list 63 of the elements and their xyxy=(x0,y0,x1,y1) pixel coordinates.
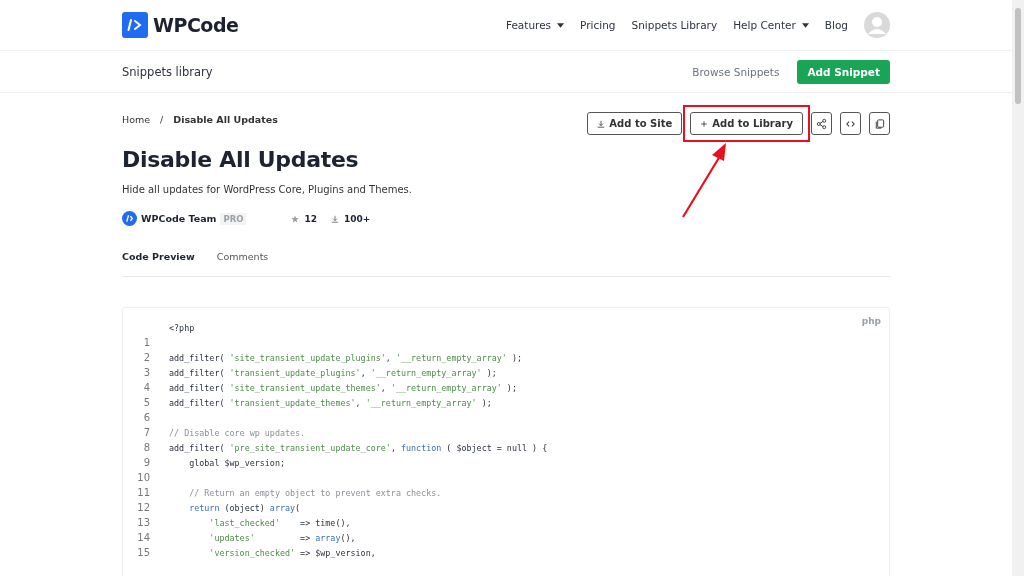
nav-link[interactable]: Blog xyxy=(824,19,848,31)
pro-badge: PRO xyxy=(220,212,247,225)
copy-icon xyxy=(874,117,885,130)
snippet-title: Disable All Updates xyxy=(122,147,360,172)
download-icon xyxy=(597,119,606,128)
share-button[interactable] xyxy=(811,112,832,135)
breadcrumb-separator: / xyxy=(160,114,164,125)
line-number: 15 xyxy=(136,547,150,558)
line-number: 13 xyxy=(136,517,150,528)
code-line: return (object) array( xyxy=(188,502,301,513)
line-number: 5 xyxy=(142,397,150,408)
snippet-description: Hide all updates for WordPress Core, Plugins and Themes. xyxy=(122,184,413,195)
nav-link[interactable]: Features xyxy=(505,19,552,31)
line-number: 12 xyxy=(136,502,150,513)
code-line: <?php xyxy=(169,322,195,333)
caret-icon[interactable] xyxy=(801,22,809,28)
logo-text[interactable]: WPCode xyxy=(153,14,239,36)
section-title: Snippets library xyxy=(122,64,213,79)
code-line: global $wp_version; xyxy=(188,457,285,468)
install-count: 100+ xyxy=(344,213,371,224)
tab[interactable]: Comments xyxy=(216,251,269,276)
caret-icon[interactable] xyxy=(557,22,565,28)
code-line: 'updates' => array(), xyxy=(208,532,356,543)
line-number: 14 xyxy=(136,532,150,543)
breadcrumb-link[interactable]: Home xyxy=(122,114,151,125)
code-line: add_filter( 'pre_site_transient_update_core', function ( $object = null ) { xyxy=(169,442,548,453)
code-button[interactable] xyxy=(840,112,861,135)
author-logo-icon xyxy=(122,211,137,226)
code-line: add_filter( 'transient_update_themes', '__return_empty_array' ); xyxy=(169,397,492,408)
line-number: 10 xyxy=(136,472,150,483)
star-icon xyxy=(291,214,300,223)
nav-link[interactable]: Snippets Library xyxy=(631,19,718,31)
line-number: 2 xyxy=(142,352,150,363)
line-number: 11 xyxy=(136,487,150,498)
add-to-site-button[interactable]: Add to Site xyxy=(587,112,683,135)
code-line: 'version_checked' => $wp_version, xyxy=(208,547,376,558)
nav-link[interactable]: Help Center xyxy=(733,19,796,31)
line-number: 9 xyxy=(142,457,150,468)
code-line: // Disable core wp updates. xyxy=(169,427,306,438)
language-label: php xyxy=(861,316,881,326)
code-line: add_filter( 'site_transient_update_themes', '__return_empty_array' ); xyxy=(169,382,517,393)
plus-icon xyxy=(700,119,709,128)
logo-icon xyxy=(122,12,148,38)
add-to-library-button[interactable]: Add to Library xyxy=(690,112,803,135)
author-name[interactable]: WPCode Team xyxy=(141,213,217,224)
code-line: add_filter( 'transient_update_plugins', '__return_empty_array' ); xyxy=(169,367,497,378)
line-number: 8 xyxy=(142,442,150,453)
line-number: 3 xyxy=(142,367,150,378)
line-number: 6 xyxy=(142,412,150,423)
copy-button[interactable] xyxy=(869,112,890,135)
line-number: 1 xyxy=(142,337,150,348)
share-icon xyxy=(816,117,827,130)
star-count: 12 xyxy=(304,213,317,224)
line-number: 7 xyxy=(142,427,150,438)
code-line: add_filter( 'site_transient_update_plugins', '__return_empty_array' ); xyxy=(169,352,522,363)
tab[interactable]: Code Preview xyxy=(122,251,195,276)
download-icon xyxy=(331,214,339,223)
code-line: 'last_checked' => time(), xyxy=(208,517,351,528)
scrollbar[interactable] xyxy=(1012,0,1024,576)
line-number: 4 xyxy=(142,382,150,393)
nav-link[interactable]: Pricing xyxy=(580,19,616,31)
browse-link[interactable]: Browse Snippets xyxy=(692,65,780,78)
code-line: // Return an empty object to prevent extra checks. xyxy=(188,487,442,498)
